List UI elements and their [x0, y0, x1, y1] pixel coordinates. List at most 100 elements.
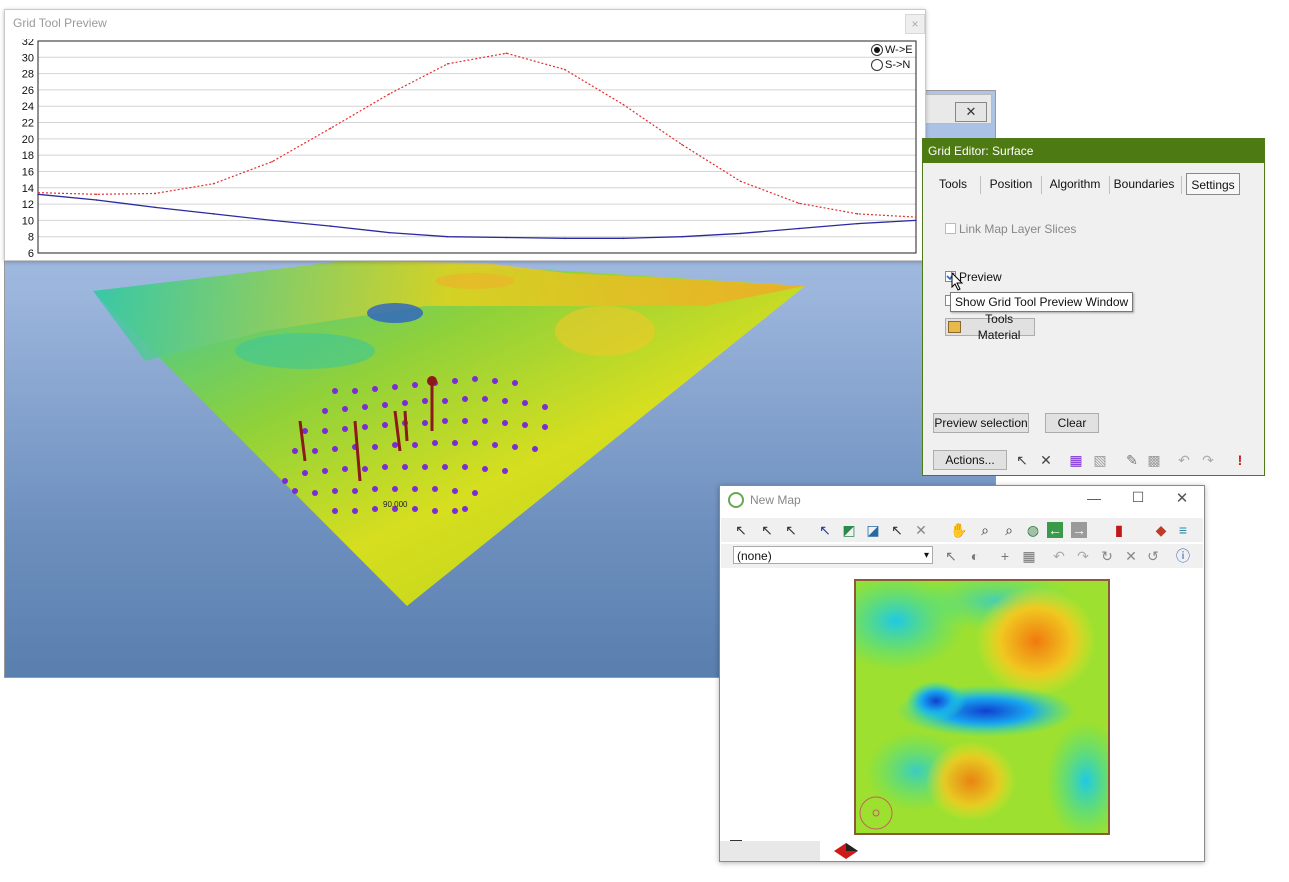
radio-sn-label: S->N: [885, 59, 911, 71]
zoom-icon[interactable]: ⌕: [999, 520, 1019, 540]
map-toolbar-1: ↖ ↖ ↖ ↖ ◩ ◪ ↖ ✕ ✋ ⌕ ⌕ ◍ ← → ▮ ◆ ≡: [721, 518, 1203, 542]
globe-icon[interactable]: ◍: [1023, 520, 1043, 540]
tools-material-button[interactable]: Tools Material: [945, 312, 1035, 342]
actions-button[interactable]: Actions...: [933, 450, 1007, 470]
window-title: Grid Tool Preview: [13, 16, 107, 30]
series-0-point: [915, 216, 917, 218]
undo-icon[interactable]: ↶: [1049, 546, 1069, 566]
series-1-point: [329, 225, 332, 227]
y-tick-label: 6: [28, 248, 34, 259]
series-0-point: [95, 193, 98, 196]
direction-radio-group: W->E S->N: [871, 44, 913, 71]
map-layer-icon[interactable]: ◆: [1151, 520, 1171, 540]
delete-icon[interactable]: ✕: [911, 520, 931, 540]
layer-select-icon[interactable]: ◩: [839, 520, 859, 540]
tab-boundaries[interactable]: Boundaries: [1113, 173, 1175, 195]
y-tick-label: 14: [22, 183, 34, 195]
tab-algorithm[interactable]: Algorithm: [1045, 173, 1105, 195]
stop-icon[interactable]: ▮: [1109, 520, 1129, 540]
map-app-icon: [728, 492, 744, 508]
radio-sn-button[interactable]: [871, 59, 883, 71]
select-polygon-icon[interactable]: ↖: [757, 520, 777, 540]
series-0-point: [505, 52, 508, 55]
y-tick-label: 28: [22, 69, 34, 81]
preview-selection-button[interactable]: Preview selection: [933, 413, 1029, 433]
tab-position[interactable]: Position: [985, 173, 1037, 195]
redo-icon[interactable]: ↷: [1073, 546, 1093, 566]
layer-select[interactable]: (none) ▾: [733, 546, 933, 564]
tab-settings[interactable]: Settings: [1186, 173, 1240, 195]
viewport-close-button[interactable]: ✕: [955, 102, 987, 122]
series-0-point: [622, 103, 625, 106]
status-bar: [720, 841, 820, 861]
series-1-point: [798, 227, 800, 230]
link-slices-checkbox[interactable]: [945, 223, 956, 234]
pen-icon[interactable]: ✎: [1123, 451, 1141, 469]
y-tick-label: 16: [22, 166, 34, 178]
redo-icon[interactable]: ↷: [1199, 451, 1217, 469]
radio-we-button[interactable]: [871, 44, 883, 56]
forward-icon[interactable]: →: [1071, 522, 1087, 538]
y-tick-label: 22: [22, 118, 34, 130]
select-icon[interactable]: ↖: [731, 520, 751, 540]
add-pointer-icon[interactable]: ↖: [941, 546, 961, 566]
select-lasso-icon[interactable]: ↖: [781, 520, 801, 540]
grid-move-icon[interactable]: ▧: [1091, 451, 1109, 469]
clear-button[interactable]: Clear: [1045, 413, 1099, 433]
reset-icon[interactable]: ↺: [1143, 546, 1163, 566]
info-icon[interactable]: ⓘ: [1173, 546, 1193, 566]
select-blue-icon[interactable]: ↖: [815, 520, 835, 540]
series-0-point: [564, 68, 566, 71]
grid-icon[interactable]: ▦: [1019, 546, 1039, 566]
series-1-point: [622, 237, 625, 240]
series-0-point: [681, 143, 683, 146]
remove-icon[interactable]: ✕: [1121, 546, 1141, 566]
series-0-point: [739, 180, 742, 183]
layer-move-icon[interactable]: ◪: [863, 520, 883, 540]
pointer-icon[interactable]: ↖: [887, 520, 907, 540]
stack-icon[interactable]: ≡: [1173, 520, 1193, 540]
material-icon: [948, 321, 962, 333]
zoom-window-icon[interactable]: ⌕: [975, 520, 995, 540]
series-1-point: [681, 235, 683, 238]
back-icon[interactable]: ←: [1047, 522, 1063, 538]
grid-select-icon[interactable]: ▦: [1067, 451, 1085, 469]
map-canvas[interactable]: [854, 579, 1110, 835]
preview-tooltip: Show Grid Tool Preview Window: [950, 292, 1134, 312]
series-0-point: [37, 191, 39, 194]
new-map-window: New Map — ☐ ✕ ↖ ↖ ↖ ↖ ◩ ◪ ↖ ✕ ✋ ⌕ ⌕ ◍ ← …: [719, 485, 1205, 862]
series-1-point: [95, 199, 98, 201]
plot-frame: [37, 40, 917, 254]
preview-label: Preview: [959, 270, 1002, 284]
radio-we-label: W->E: [885, 44, 913, 56]
series-0-point: [212, 182, 215, 185]
series-0-point: [329, 127, 332, 130]
y-tick-label: 32: [22, 39, 34, 48]
tools-material-label: Tools Material: [977, 312, 1021, 342]
delete-icon[interactable]: ✕: [1037, 451, 1055, 469]
select-arrow-icon[interactable]: ↖: [1013, 451, 1031, 469]
tab-tools[interactable]: Tools: [933, 173, 973, 195]
series-1-point: [505, 236, 508, 239]
chevron-down-icon: ▾: [923, 550, 929, 561]
refresh-icon[interactable]: ↻: [1097, 546, 1117, 566]
close-button[interactable]: ×: [905, 14, 925, 34]
add-icon[interactable]: +: [995, 546, 1015, 566]
undo-icon[interactable]: ↶: [1175, 451, 1193, 469]
radio-we[interactable]: W->E: [871, 44, 913, 56]
minimize-button[interactable]: —: [1084, 490, 1104, 506]
close-button[interactable]: ✕: [1172, 489, 1192, 507]
layer-select-value: (none): [737, 549, 772, 563]
execute-icon[interactable]: !: [1231, 451, 1249, 469]
y-tick-label: 26: [22, 85, 34, 97]
radio-sn[interactable]: S->N: [871, 59, 913, 71]
orbit-icon[interactable]: ◐: [965, 546, 985, 566]
series-1-point: [271, 219, 273, 222]
maximize-button[interactable]: ☐: [1128, 489, 1148, 506]
mouse-cursor-icon: [951, 272, 964, 291]
grid-edit-icon[interactable]: ▩: [1145, 451, 1163, 469]
window-title: New Map: [750, 493, 801, 507]
pan-hand-icon[interactable]: ✋: [949, 520, 969, 540]
series-0-point: [446, 63, 449, 65]
series-1-point: [37, 193, 39, 196]
